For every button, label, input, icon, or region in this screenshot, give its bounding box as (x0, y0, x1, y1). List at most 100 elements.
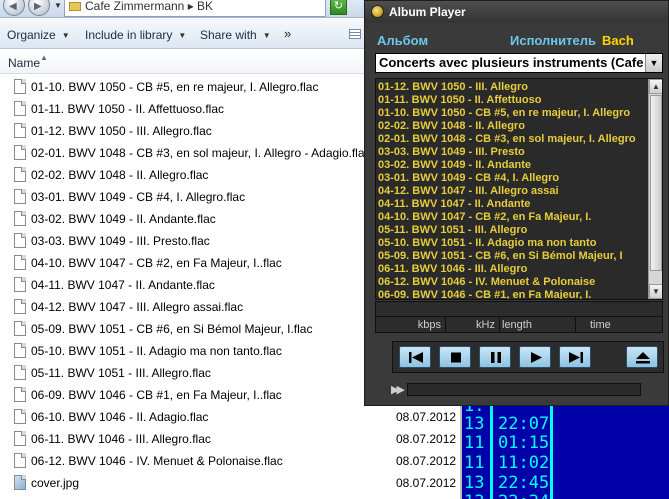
album-label: Альбом (377, 33, 429, 48)
back-button[interactable]: ◀ (3, 0, 25, 16)
file-icon (14, 255, 26, 270)
track-list-items: 01-12. BWV 1050 - III. Allegro 01-11. BWV… (376, 79, 648, 299)
scroll-down-icon[interactable]: ▼ (649, 284, 662, 299)
track-info-bar: kbps kHz length time (375, 301, 663, 333)
length-label: length (500, 317, 576, 333)
track-item[interactable]: 02-02. BWV 1048 - II. Allegro (378, 120, 646, 133)
folder-icon (69, 2, 81, 12)
samplerate-label: kHz (446, 317, 500, 333)
stop-button[interactable] (439, 346, 471, 368)
organize-button[interactable]: Organize ▼ (7, 28, 70, 42)
track-item[interactable]: 05-10. BWV 1051 - II. Adagio ma non tant… (378, 237, 646, 250)
transport-controls (392, 341, 664, 373)
file-name: 05-09. BWV 1051 - CB #6, en Si Bémol Maj… (31, 322, 313, 336)
file-icon (14, 343, 26, 358)
file-icon (14, 101, 26, 116)
share-with-button[interactable]: Share with ▼ (200, 28, 271, 42)
track-item[interactable]: 03-01. BWV 1049 - CB #4, I. Allegro (378, 172, 646, 185)
pause-button[interactable] (479, 346, 511, 368)
console-row: 13 22:34 (462, 491, 669, 499)
file-icon (14, 79, 26, 94)
view-options-icon[interactable] (349, 29, 361, 39)
forward-arrow-icon: ▶ (34, 1, 42, 12)
track-item[interactable]: 01-11. BWV 1050 - II. Affettuoso (378, 94, 646, 107)
file-name: 03-03. BWV 1049 - III. Presto.flac (31, 234, 210, 248)
track-info-display (376, 302, 662, 317)
file-name: 02-01. BWV 1048 - CB #3, en sol majeur, … (31, 146, 371, 160)
console-cell: 22:34 (498, 491, 549, 499)
track-item[interactable]: 06-09. BWV 1046 - CB #1, en Fa Majeur, I… (378, 289, 646, 299)
track-item[interactable]: 01-12. BWV 1050 - III. Allegro (378, 81, 646, 94)
eject-icon (636, 352, 650, 364)
scroll-up-icon[interactable]: ▲ (649, 79, 662, 94)
track-item[interactable]: 04-12. BWV 1047 - III. Allegro assai (378, 185, 646, 198)
track-item[interactable]: 05-11. BWV 1051 - III. Allegro (378, 224, 646, 237)
file-name: 02-02. BWV 1048 - II. Allegro.flac (31, 168, 209, 182)
eject-button[interactable] (626, 346, 658, 368)
fast-forward-icon: ▶▶ (391, 384, 405, 396)
track-item[interactable]: 06-11. BWV 1046 - III. Allegro (378, 263, 646, 276)
file-name: 03-01. BWV 1049 - CB #4, I. Allegro.flac (31, 190, 246, 204)
track-item[interactable]: 05-09. BWV 1051 - CB #6, en Si Bémol Maj… (378, 250, 646, 263)
file-icon (14, 365, 26, 380)
console-window: 1:1322:071101:151111:021322:451322:34 (460, 403, 669, 499)
file-icon (14, 453, 26, 468)
scrollbar-thumb[interactable] (650, 95, 662, 271)
track-item[interactable]: 06-12. BWV 1046 - IV. Menuet & Polonaise (378, 276, 646, 289)
file-name: 06-12. BWV 1046 - IV. Menuet & Polonaise… (31, 454, 283, 468)
track-item[interactable]: 02-01. BWV 1048 - CB #3, en sol majeur, … (378, 133, 646, 146)
artist-label: Исполнитель (510, 33, 596, 48)
stop-icon (451, 352, 461, 363)
chevron-down-icon: ▼ (178, 31, 187, 40)
file-name: 04-11. BWV 1047 - II. Andante.flac (31, 278, 215, 292)
seek-row: ▶▶ (391, 381, 669, 399)
file-icon (14, 145, 26, 160)
file-name: 05-10. BWV 1051 - II. Adagio ma non tant… (31, 344, 282, 358)
next-button[interactable] (559, 346, 591, 368)
file-name: 01-12. BWV 1050 - III. Allegro.flac (31, 124, 212, 138)
pause-icon (491, 352, 501, 363)
skip-forward-icon (569, 352, 583, 363)
address-field[interactable]: Cafe Zimmermann ▸ BK (64, 0, 326, 17)
track-list[interactable]: 01-12. BWV 1050 - III. Allegro 01-11. BWV… (375, 78, 663, 300)
column-name-header[interactable]: Name (8, 56, 40, 70)
track-item[interactable]: 01-10. BWV 1050 - CB #5, en re majeur, I… (378, 107, 646, 120)
address-path: Cafe Zimmermann ▸ BK (85, 0, 214, 13)
file-name: 06-09. BWV 1046 - CB #1, en Fa Majeur, I… (31, 388, 282, 402)
file-icon (14, 123, 26, 138)
forward-button[interactable]: ▶ (28, 0, 50, 16)
track-item[interactable]: 03-03. BWV 1049 - III. Presto (378, 146, 646, 159)
history-dropdown-icon[interactable]: ▼ (54, 1, 62, 10)
track-item[interactable]: 03-02. BWV 1049 - II. Andante (378, 159, 646, 172)
file-icon (14, 211, 26, 226)
app-icon (371, 5, 384, 18)
console-row: 11 01:15 (462, 432, 669, 454)
file-icon (14, 431, 26, 446)
refresh-button[interactable]: ↻ (330, 0, 347, 15)
track-item[interactable]: 04-11. BWV 1047 - II. Andante (378, 198, 646, 211)
include-in-library-button[interactable]: Include in library ▼ (85, 28, 186, 42)
console-column-divider (490, 403, 493, 499)
console-cell: 01:15 (498, 433, 550, 453)
console-cell: 13 (464, 491, 484, 499)
sort-ascending-icon: ▲ (40, 53, 48, 62)
file-icon (14, 409, 26, 424)
previous-button[interactable] (399, 346, 431, 368)
play-button[interactable] (519, 346, 551, 368)
seek-bar[interactable] (407, 383, 641, 396)
file-date: 08.07.2012 1 (396, 476, 460, 490)
chevron-down-icon: ▼ (61, 31, 70, 40)
more-commands-button[interactable]: » (284, 26, 291, 41)
file-icon (14, 321, 26, 336)
track-list-scrollbar[interactable]: ▲ ▼ (648, 79, 662, 299)
file-name: 05-11. BWV 1051 - III. Allegro.flac (31, 366, 211, 380)
time-label: time (590, 319, 611, 331)
bitrate-label: kbps (376, 317, 446, 333)
player-title: Album Player (389, 5, 466, 19)
chevron-down-icon: ▼ (262, 31, 271, 40)
album-select[interactable]: Concerts avec plusieurs instruments (Caf… (375, 53, 663, 73)
chevron-down-icon[interactable]: ▼ (645, 54, 662, 72)
skip-back-icon (409, 352, 423, 363)
track-item[interactable]: 04-10. BWV 1047 - CB #2, en Fa Majeur, I… (378, 211, 646, 224)
file-icon (14, 277, 26, 292)
